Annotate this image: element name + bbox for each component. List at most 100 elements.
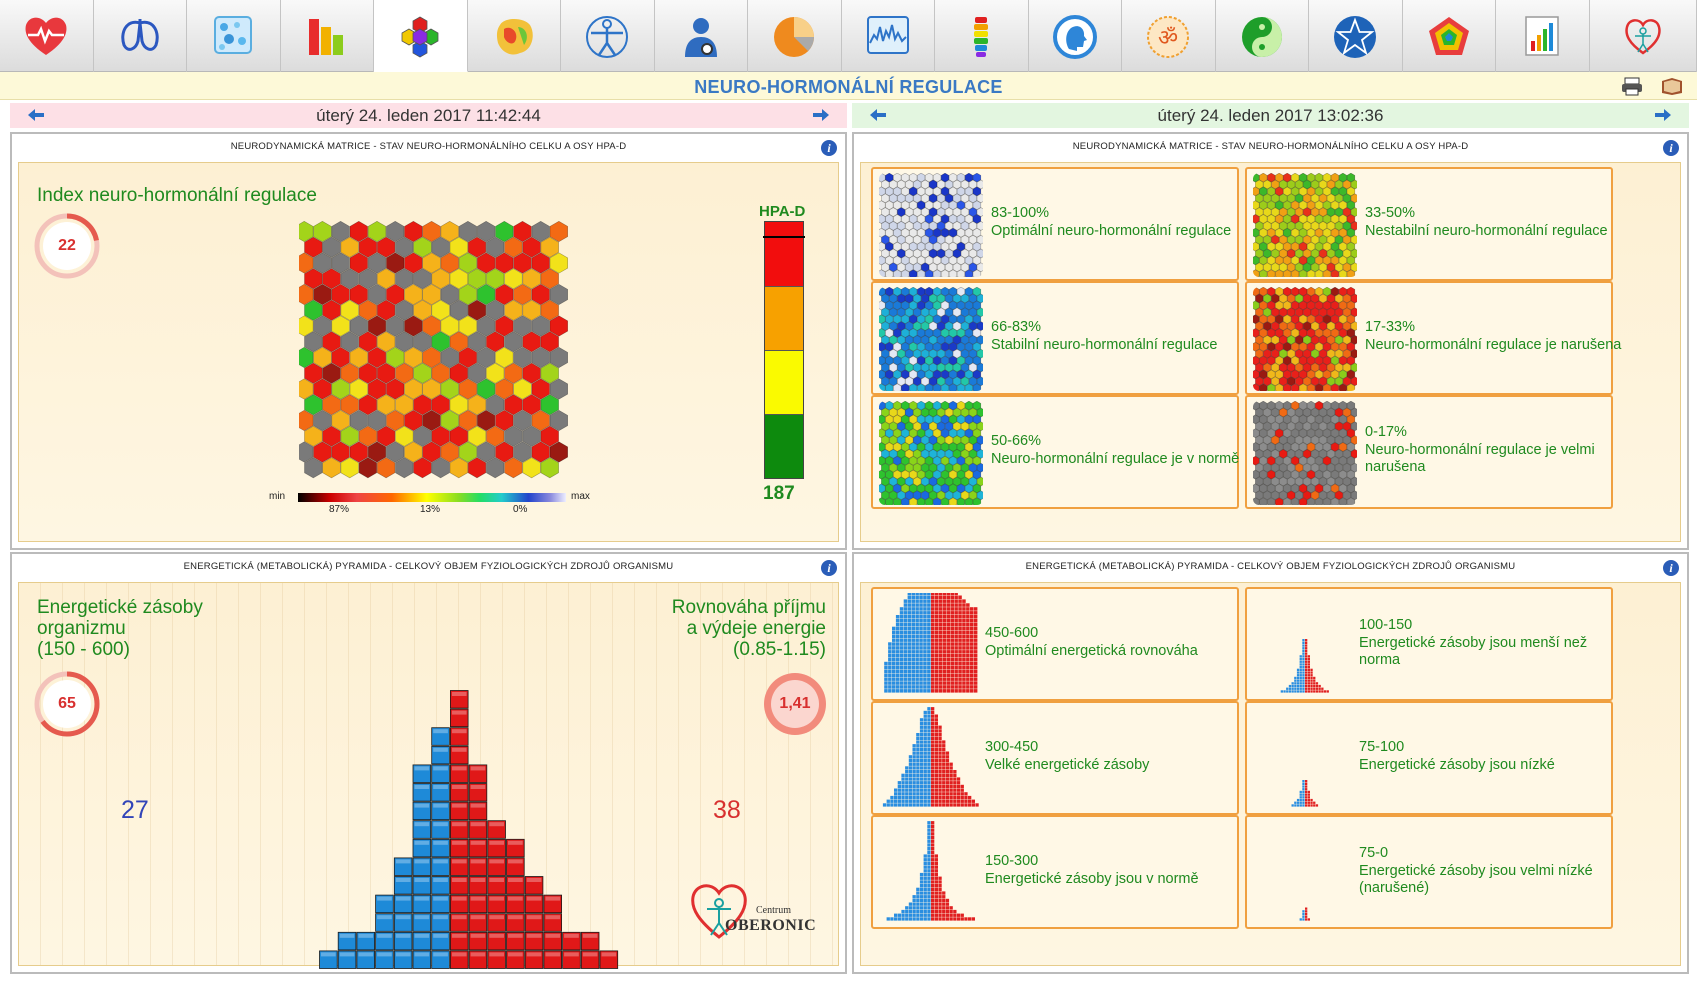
mini-pyramid-cell	[962, 642, 966, 646]
mini-pyramid-cell	[927, 626, 931, 631]
mini-pyramid-cell	[945, 792, 950, 796]
pyramid-legend-body: 450-600 Optimální energetická rovnováha 10…	[860, 582, 1681, 966]
toolbar-tab-pentagram[interactable]	[1309, 0, 1403, 72]
mini-pyramid-cell	[938, 725, 942, 729]
toolbar-tab-hexagon-matrix[interactable]	[374, 0, 468, 72]
pyramid-thumbnail	[884, 593, 978, 693]
toolbar-tab-vitruvian-man[interactable]	[561, 0, 655, 72]
mini-pyramid-cell	[1305, 907, 1308, 910]
matrix-legend-card: 83-100% Optimální neuro-hormonální regula…	[871, 167, 1239, 281]
toolbar-tab-radar-pentagon[interactable]	[1403, 0, 1496, 72]
mini-pyramid-cell	[899, 661, 904, 666]
mini-pyramid-cell	[903, 626, 908, 631]
mini-pyramid-cell	[950, 650, 954, 654]
mini-pyramid-cell	[884, 661, 888, 666]
printer-icon[interactable]	[1620, 76, 1644, 96]
mini-pyramid-cell	[927, 781, 931, 785]
mini-pyramid-cell	[1318, 690, 1321, 693]
pyramid-cell-shine	[470, 859, 486, 864]
mini-pyramid-cell	[938, 792, 942, 796]
mini-pyramid-cell	[1296, 804, 1300, 807]
mini-pyramid-cell	[931, 654, 935, 658]
mini-pyramid-cell	[919, 872, 924, 877]
mini-pyramid-cell	[899, 657, 904, 662]
mini-pyramid-cell	[954, 661, 958, 666]
mini-pyramid-cell	[927, 858, 931, 862]
mini-pyramid-cell	[894, 913, 898, 917]
mini-pyramid-cell	[927, 832, 931, 836]
toolbar-tab-heart-ecg[interactable]	[0, 0, 94, 72]
mini-pyramid-cell	[950, 661, 954, 666]
mini-pyramid-cell	[975, 803, 979, 807]
mini-pyramid-cell	[938, 673, 943, 677]
toolbar-tab-person-stethoscope[interactable]	[655, 0, 748, 72]
pyramid-cell-shine	[451, 859, 467, 864]
toolbar-tab-spectrum[interactable]	[842, 0, 935, 72]
mini-pyramid-cell	[931, 634, 935, 638]
toolbar-tab-yin-yang[interactable]	[1216, 0, 1309, 72]
legend-caption: 33-50% Nestabilní neuro-hormonální regula…	[1365, 205, 1627, 240]
mini-pyramid-cell	[919, 721, 924, 726]
toolbar-tab-brain-map[interactable]	[468, 0, 561, 72]
energy-reserves-title: Energetické zásoby organizmu (150 - 600)	[37, 597, 203, 660]
mini-pyramid-cell	[942, 677, 947, 681]
toolbar-tab-head-profile[interactable]	[1029, 0, 1122, 72]
mini-pyramid-cell	[1296, 682, 1300, 685]
mini-pyramid-cell	[1294, 679, 1297, 682]
mini-pyramid-cell	[1299, 657, 1302, 661]
mini-pyramid-cell	[919, 611, 923, 615]
mini-pyramid-cell	[919, 747, 924, 752]
mini-pyramid-cell	[923, 751, 927, 755]
mini-pyramid-cell	[895, 650, 900, 654]
book-icon[interactable]	[1660, 76, 1684, 96]
arrow-right-icon[interactable]	[1655, 109, 1671, 121]
mini-pyramid-cell	[907, 665, 912, 670]
mini-pyramid-cell	[927, 740, 931, 744]
info-icon[interactable]: i	[821, 560, 837, 576]
toolbar-tab-pie-chart[interactable]	[748, 0, 842, 72]
toolbar-tab-lungs[interactable]	[94, 0, 187, 72]
toolbar-tab-bar-chart[interactable]	[281, 0, 374, 72]
mini-pyramid-cell	[954, 689, 958, 693]
pyramid-panel: ENERGETICKÁ (METABOLICKÁ) PYRAMIDA - CEL…	[10, 552, 847, 974]
mini-pyramid-cell	[942, 611, 947, 615]
mini-pyramid-cell	[903, 650, 908, 654]
mini-pyramid-cell	[958, 650, 962, 654]
mini-pyramid-cell	[934, 751, 938, 755]
mini-pyramid-cell	[931, 733, 935, 737]
mini-pyramid-cell	[923, 795, 927, 800]
mini-pyramid-cell	[931, 906, 935, 910]
arrow-right-icon[interactable]	[813, 109, 829, 121]
mini-pyramid-cell	[1294, 684, 1297, 688]
mini-pyramid-cell	[1302, 647, 1305, 650]
mini-pyramid-cell	[934, 721, 938, 726]
info-icon[interactable]: i	[1663, 560, 1679, 576]
arrow-left-icon[interactable]	[28, 109, 44, 121]
mini-pyramid-cell	[931, 607, 935, 611]
info-icon[interactable]: i	[1663, 140, 1679, 156]
mini-pyramid-cell	[954, 681, 958, 685]
toolbar-tab-om[interactable]: ॐ	[1122, 0, 1216, 72]
mini-pyramid-cell	[916, 747, 920, 752]
mini-pyramid-cell	[950, 642, 954, 646]
toolbar-tab-spine[interactable]	[935, 0, 1029, 72]
toolbar-tab-report-bars[interactable]	[1496, 0, 1590, 72]
mini-pyramid-cell	[927, 762, 931, 766]
mini-pyramid-cell	[934, 681, 939, 685]
mini-pyramid-cell	[970, 630, 974, 635]
mini-pyramid-cell	[915, 650, 919, 654]
mini-pyramid-cell	[1294, 687, 1297, 690]
mini-pyramid-cell	[931, 685, 935, 689]
mini-pyramid-cell	[964, 795, 968, 800]
mini-pyramid-cell	[1310, 671, 1313, 674]
toolbar-tab-oberonic-logo[interactable]	[1590, 0, 1697, 72]
arrow-left-icon[interactable]	[870, 109, 886, 121]
mini-pyramid-cell	[938, 777, 942, 781]
toolbar-tab-cells[interactable]	[187, 0, 281, 72]
mini-pyramid-cell	[911, 638, 915, 642]
info-icon[interactable]: i	[821, 140, 837, 156]
mini-pyramid-cell	[894, 803, 898, 807]
mini-pyramid-cell	[931, 861, 935, 866]
mini-pyramid-cell	[946, 661, 951, 666]
mini-pyramid-cell	[888, 654, 892, 658]
